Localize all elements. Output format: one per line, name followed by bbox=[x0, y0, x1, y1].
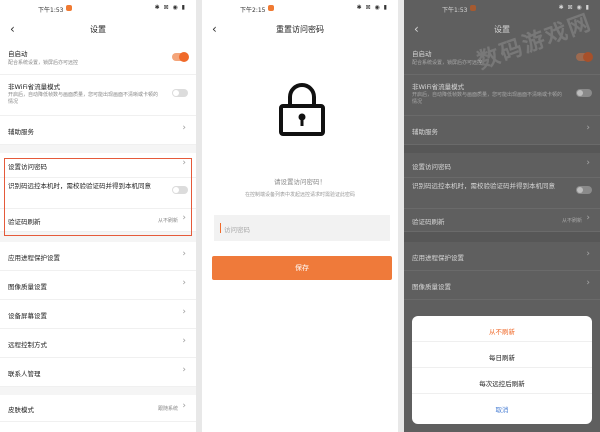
nonwifi-toggle[interactable] bbox=[576, 89, 592, 97]
setting-value: 跟随系统 bbox=[157, 406, 178, 412]
text-cursor bbox=[220, 223, 221, 233]
setting-label: 辅助服务 bbox=[8, 128, 34, 136]
section-gap bbox=[0, 387, 196, 395]
setting-quality[interactable]: 图像质量设置 › bbox=[404, 271, 600, 300]
app-notification-icon bbox=[66, 5, 72, 11]
status-time: 下午1:53 bbox=[38, 7, 64, 14]
status-icons: ✱ ⊠ ◉ ▮ bbox=[154, 4, 186, 11]
setting-contacts[interactable]: 联系人管理 › bbox=[0, 358, 196, 387]
setting-label: 自启动 bbox=[8, 50, 28, 58]
refresh-options-sheet: 从不刷新 每日刷新 每次远控后刷新 取消 bbox=[412, 316, 592, 424]
chevron-right-icon: › bbox=[586, 123, 590, 133]
setting-label: 识别码远控本机时，需校验验证码并得到本机同意 bbox=[412, 182, 555, 190]
setting-label: 应用进程保护设置 bbox=[412, 254, 464, 262]
setting-nonwifi[interactable]: 非WiFi省流量模式 开启后，自动降低帧数与画面质量，您可能出现画面不清晰或卡顿… bbox=[0, 75, 196, 116]
option-never-refresh[interactable]: 从不刷新 bbox=[412, 326, 592, 336]
setting-label: 自启动 bbox=[412, 50, 432, 58]
nav-bar: ‹ 重置访问密码 bbox=[202, 16, 398, 42]
section-gap bbox=[0, 145, 196, 153]
page-title: 重置访问密码 bbox=[276, 25, 324, 34]
setting-label: 远程控制方式 bbox=[8, 341, 47, 349]
option-refresh-after-control[interactable]: 每次远控后刷新 bbox=[412, 378, 592, 388]
option-daily-refresh[interactable]: 每日刷新 bbox=[412, 352, 592, 362]
reset-password-panel: 下午2:15 ✱ ⊠ ◉ ▮ ‹ 重置访问密码 请设置访问密码！ 在控制端设备列… bbox=[202, 0, 398, 432]
nonwifi-toggle[interactable] bbox=[172, 89, 188, 97]
status-time: 下午2:15 bbox=[240, 7, 266, 14]
setting-autostart[interactable]: 自启动 配合系统设置，锁屏后亦可远控 bbox=[0, 42, 196, 75]
setting-label: 验证码刷新 bbox=[412, 218, 445, 226]
settings-panel-right: 下午1:53 ✱ ⊠ ◉ ▮ ‹ 设置 自启动 配合系统设置，锁屏后亦可远控 非… bbox=[404, 0, 600, 432]
highlight-box bbox=[4, 158, 192, 236]
section-gap bbox=[404, 145, 600, 153]
verify-toggle[interactable] bbox=[576, 186, 592, 194]
password-input[interactable]: 访问密码 bbox=[214, 215, 390, 241]
setting-screen[interactable]: 设备屏幕设置 › bbox=[0, 300, 196, 329]
setting-label: 图像质量设置 bbox=[412, 283, 451, 291]
setting-label: 辅助服务 bbox=[412, 128, 438, 136]
app-notification-icon bbox=[470, 5, 476, 11]
chevron-right-icon: › bbox=[586, 278, 590, 288]
status-time: 下午1:53 bbox=[442, 7, 468, 14]
setting-protect[interactable]: 应用进程保护设置 › bbox=[404, 242, 600, 271]
setting-skin[interactable]: 皮肤模式 跟随系统 › bbox=[0, 395, 196, 422]
page-title: 设置 bbox=[90, 25, 106, 34]
setting-description: 配合系统设置，锁屏后亦可远控 bbox=[8, 60, 79, 66]
password-hint: 在控制端设备列表中发起远控请求时需验证此密码 bbox=[244, 192, 355, 198]
setting-assist[interactable]: 辅助服务 › bbox=[0, 116, 196, 145]
chevron-right-icon: › bbox=[586, 158, 590, 168]
chevron-right-icon: › bbox=[182, 278, 186, 288]
chevron-right-icon: › bbox=[182, 336, 186, 346]
setting-verify[interactable]: 识别码远控本机时，需校验验证码并得到本机同意 bbox=[404, 178, 600, 209]
lock-icon bbox=[279, 83, 325, 136]
sheet-divider bbox=[412, 341, 592, 342]
setting-nonwifi[interactable]: 非WiFi省流量模式 开启后，自动降低帧数与画面质量，您可能出现画面不清晰或卡顿… bbox=[404, 75, 600, 116]
chevron-right-icon: › bbox=[182, 401, 186, 411]
setting-label: 应用进程保护设置 bbox=[8, 254, 60, 262]
setting-label: 皮肤模式 bbox=[8, 406, 34, 414]
setting-refresh[interactable]: 验证码刷新 从不刷新 › bbox=[404, 209, 600, 232]
cancel-button[interactable]: 取消 bbox=[412, 404, 592, 414]
status-bar: 下午1:53 ✱ ⊠ ◉ ▮ bbox=[0, 0, 196, 16]
sheet-divider bbox=[412, 393, 592, 394]
setting-quality[interactable]: 图像质量设置 › bbox=[0, 271, 196, 300]
setting-assist[interactable]: 辅助服务 › bbox=[404, 116, 600, 145]
chevron-right-icon: › bbox=[182, 307, 186, 317]
setting-value: 从不刷新 bbox=[561, 218, 582, 224]
password-placeholder: 访问密码 bbox=[224, 226, 250, 234]
autostart-toggle[interactable] bbox=[576, 52, 593, 62]
setting-label: 联系人管理 bbox=[8, 370, 41, 378]
setting-label: 图像质量设置 bbox=[8, 283, 47, 291]
setting-protect[interactable]: 应用进程保护设置 › bbox=[0, 242, 196, 271]
chevron-right-icon: › bbox=[182, 123, 186, 133]
chevron-right-icon: › bbox=[586, 249, 590, 259]
status-bar: 下午2:15 ✱ ⊠ ◉ ▮ bbox=[202, 0, 398, 16]
status-icons: ✱ ⊠ ◉ ▮ bbox=[356, 4, 388, 11]
save-button[interactable]: 保存 bbox=[212, 256, 392, 280]
settings-panel-left: 下午1:53 ✱ ⊠ ◉ ▮ ‹ 设置 自启动 配合系统设置，锁屏后亦可远控 非… bbox=[0, 0, 196, 432]
setting-password[interactable]: 设置访问密码 › bbox=[404, 153, 600, 178]
password-prompt: 请设置访问密码！ bbox=[274, 178, 326, 186]
setting-label: 设备屏幕设置 bbox=[8, 312, 47, 320]
setting-description: 开启后，自动降低帧数与画面质量，您可能出现画面不清晰或卡顿的情况 bbox=[8, 92, 159, 105]
chevron-right-icon: › bbox=[586, 213, 590, 223]
setting-label: 非WiFi省流量模式 bbox=[8, 83, 61, 91]
setting-label: 设置访问密码 bbox=[412, 163, 451, 171]
chevron-right-icon: › bbox=[182, 365, 186, 375]
chevron-right-icon: › bbox=[182, 249, 186, 259]
setting-label: 非WiFi省流量模式 bbox=[412, 83, 465, 91]
app-notification-icon bbox=[268, 5, 274, 11]
nav-bar: ‹ 设置 bbox=[0, 16, 196, 42]
autostart-toggle[interactable] bbox=[172, 52, 189, 62]
setting-description: 开启后，自动降低帧数与画面质量，您可能出现画面不清晰或卡顿的情况 bbox=[412, 92, 563, 105]
setting-control[interactable]: 远程控制方式 › bbox=[0, 329, 196, 358]
section-gap bbox=[404, 232, 600, 242]
sheet-divider bbox=[412, 367, 592, 368]
